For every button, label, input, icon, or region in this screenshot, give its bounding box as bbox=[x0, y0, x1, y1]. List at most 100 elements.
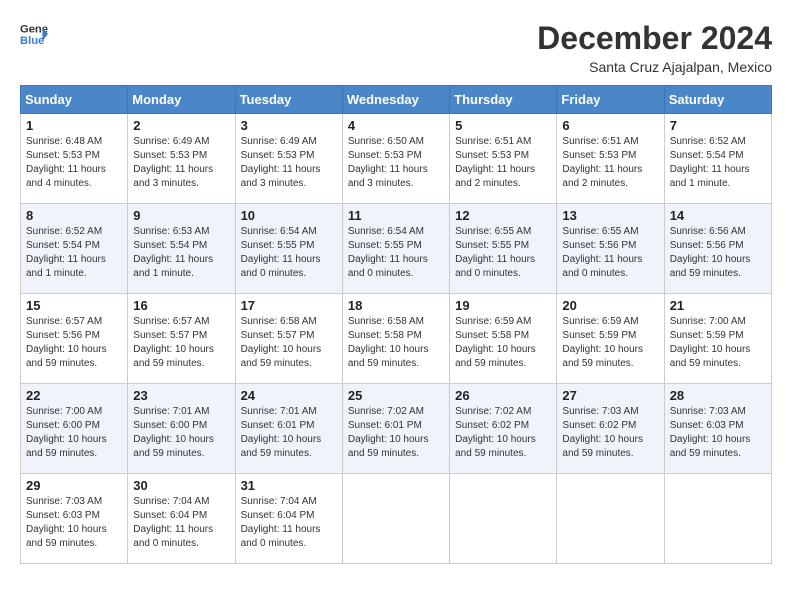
day-number: 28 bbox=[670, 388, 766, 403]
day-info: Sunrise: 7:00 AM Sunset: 5:59 PM Dayligh… bbox=[670, 315, 766, 371]
header-wednesday: Wednesday bbox=[342, 86, 449, 114]
table-row: 12 Sunrise: 6:55 AM Sunset: 5:55 PM Dayl… bbox=[450, 204, 557, 294]
day-number: 8 bbox=[26, 208, 122, 223]
table-row: 25 Sunrise: 7:02 AM Sunset: 6:01 PM Dayl… bbox=[342, 384, 449, 474]
table-row bbox=[664, 474, 771, 564]
table-row: 21 Sunrise: 7:00 AM Sunset: 5:59 PM Dayl… bbox=[664, 294, 771, 384]
day-info: Sunrise: 6:58 AM Sunset: 5:57 PM Dayligh… bbox=[241, 315, 337, 371]
day-number: 10 bbox=[241, 208, 337, 223]
day-info: Sunrise: 7:04 AM Sunset: 6:04 PM Dayligh… bbox=[241, 495, 337, 551]
table-row: 1 Sunrise: 6:48 AM Sunset: 5:53 PM Dayli… bbox=[21, 114, 128, 204]
table-row: 16 Sunrise: 6:57 AM Sunset: 5:57 PM Dayl… bbox=[128, 294, 235, 384]
table-row: 13 Sunrise: 6:55 AM Sunset: 5:56 PM Dayl… bbox=[557, 204, 664, 294]
day-number: 7 bbox=[670, 118, 766, 133]
day-info: Sunrise: 6:54 AM Sunset: 5:55 PM Dayligh… bbox=[348, 225, 444, 281]
day-info: Sunrise: 6:52 AM Sunset: 5:54 PM Dayligh… bbox=[26, 225, 122, 281]
table-row bbox=[342, 474, 449, 564]
table-row bbox=[557, 474, 664, 564]
day-info: Sunrise: 6:54 AM Sunset: 5:55 PM Dayligh… bbox=[241, 225, 337, 281]
day-info: Sunrise: 6:59 AM Sunset: 5:59 PM Dayligh… bbox=[562, 315, 658, 371]
day-number: 16 bbox=[133, 298, 229, 313]
day-number: 3 bbox=[241, 118, 337, 133]
day-number: 18 bbox=[348, 298, 444, 313]
table-row: 26 Sunrise: 7:02 AM Sunset: 6:02 PM Dayl… bbox=[450, 384, 557, 474]
day-number: 14 bbox=[670, 208, 766, 223]
day-info: Sunrise: 6:56 AM Sunset: 5:56 PM Dayligh… bbox=[670, 225, 766, 281]
day-number: 15 bbox=[26, 298, 122, 313]
logo: General Blue bbox=[20, 20, 48, 48]
calendar-row: 22 Sunrise: 7:00 AM Sunset: 6:00 PM Dayl… bbox=[21, 384, 772, 474]
day-info: Sunrise: 7:04 AM Sunset: 6:04 PM Dayligh… bbox=[133, 495, 229, 551]
table-row: 14 Sunrise: 6:56 AM Sunset: 5:56 PM Dayl… bbox=[664, 204, 771, 294]
day-info: Sunrise: 6:49 AM Sunset: 5:53 PM Dayligh… bbox=[133, 135, 229, 191]
table-row: 20 Sunrise: 6:59 AM Sunset: 5:59 PM Dayl… bbox=[557, 294, 664, 384]
header-sunday: Sunday bbox=[21, 86, 128, 114]
day-info: Sunrise: 7:02 AM Sunset: 6:01 PM Dayligh… bbox=[348, 405, 444, 461]
day-info: Sunrise: 6:57 AM Sunset: 5:56 PM Dayligh… bbox=[26, 315, 122, 371]
day-number: 30 bbox=[133, 478, 229, 493]
table-row: 22 Sunrise: 7:00 AM Sunset: 6:00 PM Dayl… bbox=[21, 384, 128, 474]
header-saturday: Saturday bbox=[664, 86, 771, 114]
day-info: Sunrise: 6:53 AM Sunset: 5:54 PM Dayligh… bbox=[133, 225, 229, 281]
header-friday: Friday bbox=[557, 86, 664, 114]
day-number: 27 bbox=[562, 388, 658, 403]
table-row: 24 Sunrise: 7:01 AM Sunset: 6:01 PM Dayl… bbox=[235, 384, 342, 474]
day-number: 1 bbox=[26, 118, 122, 133]
day-number: 5 bbox=[455, 118, 551, 133]
table-row: 7 Sunrise: 6:52 AM Sunset: 5:54 PM Dayli… bbox=[664, 114, 771, 204]
day-info: Sunrise: 6:57 AM Sunset: 5:57 PM Dayligh… bbox=[133, 315, 229, 371]
day-number: 13 bbox=[562, 208, 658, 223]
calendar-row: 1 Sunrise: 6:48 AM Sunset: 5:53 PM Dayli… bbox=[21, 114, 772, 204]
table-row: 10 Sunrise: 6:54 AM Sunset: 5:55 PM Dayl… bbox=[235, 204, 342, 294]
day-number: 6 bbox=[562, 118, 658, 133]
day-info: Sunrise: 6:58 AM Sunset: 5:58 PM Dayligh… bbox=[348, 315, 444, 371]
calendar-subtitle: Santa Cruz Ajajalpan, Mexico bbox=[537, 59, 772, 75]
table-row: 4 Sunrise: 6:50 AM Sunset: 5:53 PM Dayli… bbox=[342, 114, 449, 204]
table-row: 6 Sunrise: 6:51 AM Sunset: 5:53 PM Dayli… bbox=[557, 114, 664, 204]
day-info: Sunrise: 6:55 AM Sunset: 5:56 PM Dayligh… bbox=[562, 225, 658, 281]
day-info: Sunrise: 6:50 AM Sunset: 5:53 PM Dayligh… bbox=[348, 135, 444, 191]
table-row: 8 Sunrise: 6:52 AM Sunset: 5:54 PM Dayli… bbox=[21, 204, 128, 294]
day-info: Sunrise: 7:03 AM Sunset: 6:02 PM Dayligh… bbox=[562, 405, 658, 461]
day-number: 12 bbox=[455, 208, 551, 223]
day-number: 31 bbox=[241, 478, 337, 493]
calendar-row: 15 Sunrise: 6:57 AM Sunset: 5:56 PM Dayl… bbox=[21, 294, 772, 384]
table-row: 23 Sunrise: 7:01 AM Sunset: 6:00 PM Dayl… bbox=[128, 384, 235, 474]
day-number: 25 bbox=[348, 388, 444, 403]
page-header: General Blue December 2024 Santa Cruz Aj… bbox=[20, 20, 772, 75]
day-number: 22 bbox=[26, 388, 122, 403]
header-tuesday: Tuesday bbox=[235, 86, 342, 114]
day-info: Sunrise: 7:03 AM Sunset: 6:03 PM Dayligh… bbox=[670, 405, 766, 461]
table-row: 9 Sunrise: 6:53 AM Sunset: 5:54 PM Dayli… bbox=[128, 204, 235, 294]
table-row: 27 Sunrise: 7:03 AM Sunset: 6:02 PM Dayl… bbox=[557, 384, 664, 474]
svg-text:Blue: Blue bbox=[20, 35, 44, 47]
day-info: Sunrise: 7:01 AM Sunset: 6:01 PM Dayligh… bbox=[241, 405, 337, 461]
day-number: 23 bbox=[133, 388, 229, 403]
day-info: Sunrise: 6:49 AM Sunset: 5:53 PM Dayligh… bbox=[241, 135, 337, 191]
calendar-row: 8 Sunrise: 6:52 AM Sunset: 5:54 PM Dayli… bbox=[21, 204, 772, 294]
table-row: 15 Sunrise: 6:57 AM Sunset: 5:56 PM Dayl… bbox=[21, 294, 128, 384]
day-number: 4 bbox=[348, 118, 444, 133]
table-row: 28 Sunrise: 7:03 AM Sunset: 6:03 PM Dayl… bbox=[664, 384, 771, 474]
day-number: 29 bbox=[26, 478, 122, 493]
table-row: 2 Sunrise: 6:49 AM Sunset: 5:53 PM Dayli… bbox=[128, 114, 235, 204]
table-row: 3 Sunrise: 6:49 AM Sunset: 5:53 PM Dayli… bbox=[235, 114, 342, 204]
table-row: 31 Sunrise: 7:04 AM Sunset: 6:04 PM Dayl… bbox=[235, 474, 342, 564]
day-info: Sunrise: 6:51 AM Sunset: 5:53 PM Dayligh… bbox=[562, 135, 658, 191]
day-info: Sunrise: 6:48 AM Sunset: 5:53 PM Dayligh… bbox=[26, 135, 122, 191]
day-number: 21 bbox=[670, 298, 766, 313]
table-row: 29 Sunrise: 7:03 AM Sunset: 6:03 PM Dayl… bbox=[21, 474, 128, 564]
day-number: 20 bbox=[562, 298, 658, 313]
day-info: Sunrise: 6:51 AM Sunset: 5:53 PM Dayligh… bbox=[455, 135, 551, 191]
table-row bbox=[450, 474, 557, 564]
day-info: Sunrise: 7:03 AM Sunset: 6:03 PM Dayligh… bbox=[26, 495, 122, 551]
day-number: 11 bbox=[348, 208, 444, 223]
weekday-header-row: Sunday Monday Tuesday Wednesday Thursday… bbox=[21, 86, 772, 114]
day-number: 19 bbox=[455, 298, 551, 313]
day-number: 9 bbox=[133, 208, 229, 223]
day-number: 24 bbox=[241, 388, 337, 403]
table-row: 11 Sunrise: 6:54 AM Sunset: 5:55 PM Dayl… bbox=[342, 204, 449, 294]
header-thursday: Thursday bbox=[450, 86, 557, 114]
table-row: 19 Sunrise: 6:59 AM Sunset: 5:58 PM Dayl… bbox=[450, 294, 557, 384]
table-row: 18 Sunrise: 6:58 AM Sunset: 5:58 PM Dayl… bbox=[342, 294, 449, 384]
